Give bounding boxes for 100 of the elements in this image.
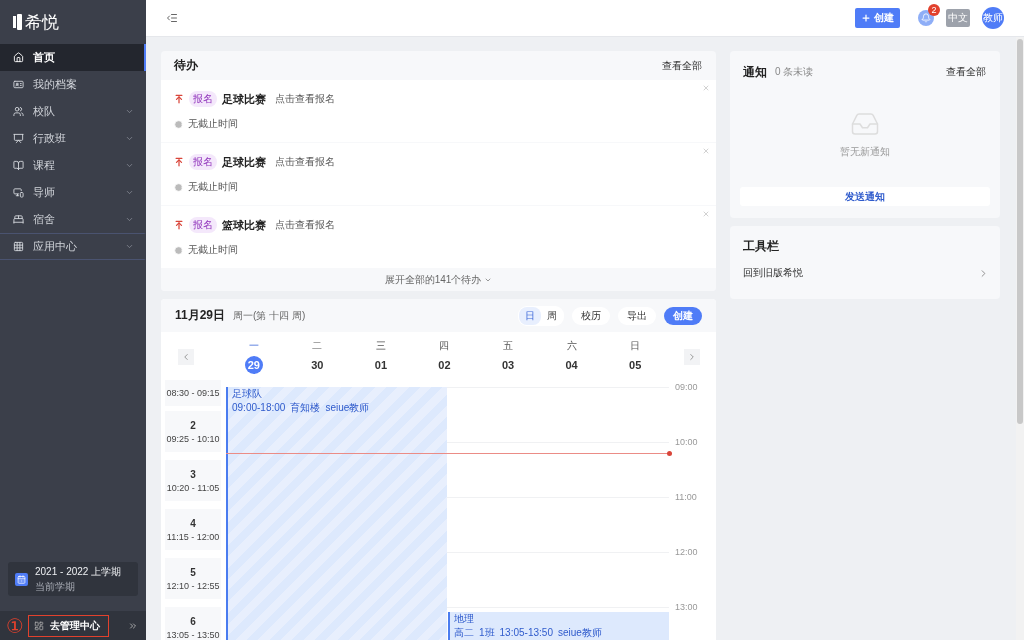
calendar-event[interactable]: 地理 高二 1班 13:05-13:50 seiue教师 bbox=[448, 611, 669, 640]
grid-icon bbox=[13, 241, 24, 252]
weekday-label: 二 bbox=[312, 339, 323, 353]
chevron-down-icon bbox=[125, 161, 134, 170]
home-icon bbox=[13, 52, 24, 63]
week-info: 周一(第 十四 周) bbox=[233, 308, 307, 323]
todo-title: 足球比赛 bbox=[222, 91, 266, 107]
period-time: 10:20 - 11:05 bbox=[166, 482, 220, 493]
category-tag: 报名 bbox=[189, 217, 217, 233]
chevron-down-icon bbox=[125, 134, 134, 143]
sidebar-item[interactable]: 宿舍 bbox=[0, 206, 146, 233]
create-button[interactable]: 创建 bbox=[855, 8, 900, 28]
previous-button[interactable] bbox=[178, 348, 194, 365]
toolbar-link[interactable]: 回到旧版希悦 bbox=[730, 262, 1000, 284]
todo-item[interactable]: 报名 足球比赛 点击查看报名 无截止时间 bbox=[161, 80, 716, 142]
period-time: 12:10 - 12:55 bbox=[166, 580, 220, 591]
sidebar-item[interactable]: 校队 bbox=[0, 98, 146, 125]
create-event-button[interactable]: 创建 bbox=[664, 306, 702, 325]
view-all-link[interactable]: 查看全部 bbox=[662, 58, 702, 73]
calendar-button[interactable]: 校历 bbox=[572, 306, 610, 325]
board-icon bbox=[13, 133, 24, 144]
double-chevron-icon[interactable] bbox=[128, 620, 138, 631]
period-number: 3 bbox=[190, 468, 196, 480]
logo-text: 希悦 bbox=[25, 11, 59, 34]
sidebar-item[interactable]: 应用中心 bbox=[0, 233, 146, 260]
chevron-right-icon bbox=[687, 351, 697, 362]
plus-icon bbox=[861, 13, 871, 23]
book-icon bbox=[13, 160, 24, 171]
weekday-label: 一 bbox=[248, 339, 259, 353]
unread-count: 0 条未读 bbox=[775, 65, 815, 79]
card-title: 待办 bbox=[174, 57, 198, 74]
period-number: 4 bbox=[190, 517, 196, 529]
day-date[interactable]: 03 bbox=[499, 356, 518, 374]
sidebar-item[interactable]: 行政班 bbox=[0, 125, 146, 152]
admin-center-link[interactable]: 去管理中心 bbox=[27, 614, 109, 637]
user-avatar[interactable]: 教师 bbox=[982, 7, 1004, 29]
chevron-down-icon bbox=[125, 242, 134, 251]
period-number: 5 bbox=[190, 566, 196, 578]
day-date[interactable]: 04 bbox=[562, 356, 581, 374]
people-icon bbox=[13, 106, 24, 117]
sidebar-item[interactable]: 首页 bbox=[0, 44, 146, 71]
view-tab[interactable]: 周 bbox=[541, 306, 563, 325]
card-title: 通知 bbox=[743, 63, 767, 81]
period-time: 08:30 - 09:15 bbox=[166, 388, 220, 398]
annotation-marker: ① bbox=[6, 615, 24, 636]
todo-title: 足球比赛 bbox=[222, 154, 266, 170]
category-tag: 报名 bbox=[189, 154, 217, 170]
logo-icon bbox=[13, 14, 22, 30]
scrollbar[interactable] bbox=[1016, 37, 1024, 640]
send-notification-button[interactable]: 发送通知 bbox=[740, 187, 990, 206]
day-date[interactable]: 02 bbox=[435, 356, 454, 374]
empty-message: 暂无新通知 bbox=[840, 145, 890, 159]
category-tag: 报名 bbox=[189, 91, 217, 107]
deadline-text: 无截止时间 bbox=[188, 180, 238, 194]
weekday-label: 日 bbox=[630, 339, 641, 353]
notification-badge: 2 bbox=[928, 4, 940, 16]
close-button[interactable] bbox=[702, 210, 710, 218]
calendar-event[interactable]: 足球队 09:00-18:00 育知楼 seiue教师 bbox=[226, 387, 447, 640]
day-date[interactable]: 30 bbox=[308, 356, 327, 374]
pin-top-icon bbox=[174, 220, 184, 230]
sidebar-item[interactable]: 我的档案 bbox=[0, 71, 146, 98]
todo-title: 篮球比赛 bbox=[222, 217, 266, 233]
chevron-down-icon bbox=[125, 188, 134, 197]
day-date[interactable]: 05 bbox=[626, 356, 645, 374]
weekday-label: 五 bbox=[503, 339, 514, 353]
close-button[interactable] bbox=[702, 147, 710, 155]
calendar-button[interactable]: 导出 bbox=[618, 306, 656, 325]
collapse-menu-icon[interactable] bbox=[166, 12, 178, 24]
weekday-label: 四 bbox=[439, 339, 450, 353]
day-date[interactable]: 01 bbox=[371, 356, 390, 374]
day-date[interactable]: 29 bbox=[244, 356, 263, 374]
todo-item[interactable]: 报名 篮球比赛 点击查看报名 无截止时间 bbox=[161, 206, 716, 268]
calendar-icon bbox=[15, 572, 28, 586]
sidebar-item[interactable]: 课程 bbox=[0, 152, 146, 179]
deadline-text: 无截止时间 bbox=[188, 117, 238, 131]
pin-top-icon bbox=[174, 157, 184, 167]
chevron-left-icon bbox=[181, 351, 191, 362]
bell-icon[interactable] bbox=[918, 10, 934, 26]
close-button[interactable] bbox=[702, 84, 710, 92]
hour-label: 11:00 bbox=[675, 492, 697, 502]
period-time: 11:15 - 12:00 bbox=[166, 531, 220, 542]
sidebar-item[interactable]: 导师 bbox=[0, 179, 146, 206]
term-subtitle: 当前学期 bbox=[35, 579, 76, 594]
period-number: 2 bbox=[190, 419, 196, 431]
id-card-icon bbox=[13, 79, 24, 90]
hour-label: 09:00 bbox=[675, 382, 698, 392]
card-title: 工具栏 bbox=[743, 237, 779, 255]
screen-person-icon bbox=[13, 187, 24, 198]
next-button[interactable] bbox=[684, 348, 700, 365]
weekday-label: 六 bbox=[566, 339, 577, 353]
event-title: 足球队 bbox=[232, 388, 263, 400]
bed-icon bbox=[13, 214, 24, 225]
chevron-down-icon bbox=[484, 276, 493, 284]
todo-item[interactable]: 报名 足球比赛 点击查看报名 无截止时间 bbox=[161, 143, 716, 205]
todo-action: 点击查看报名 bbox=[275, 92, 335, 106]
hour-label: 12:00 bbox=[675, 547, 698, 557]
view-all-link[interactable]: 查看全部 bbox=[946, 65, 986, 79]
event-details: 高二 1班 13:05-13:50 seiue教师 bbox=[454, 626, 603, 639]
event-title: 地理 bbox=[454, 612, 475, 625]
view-tab[interactable]: 日 bbox=[519, 306, 541, 325]
